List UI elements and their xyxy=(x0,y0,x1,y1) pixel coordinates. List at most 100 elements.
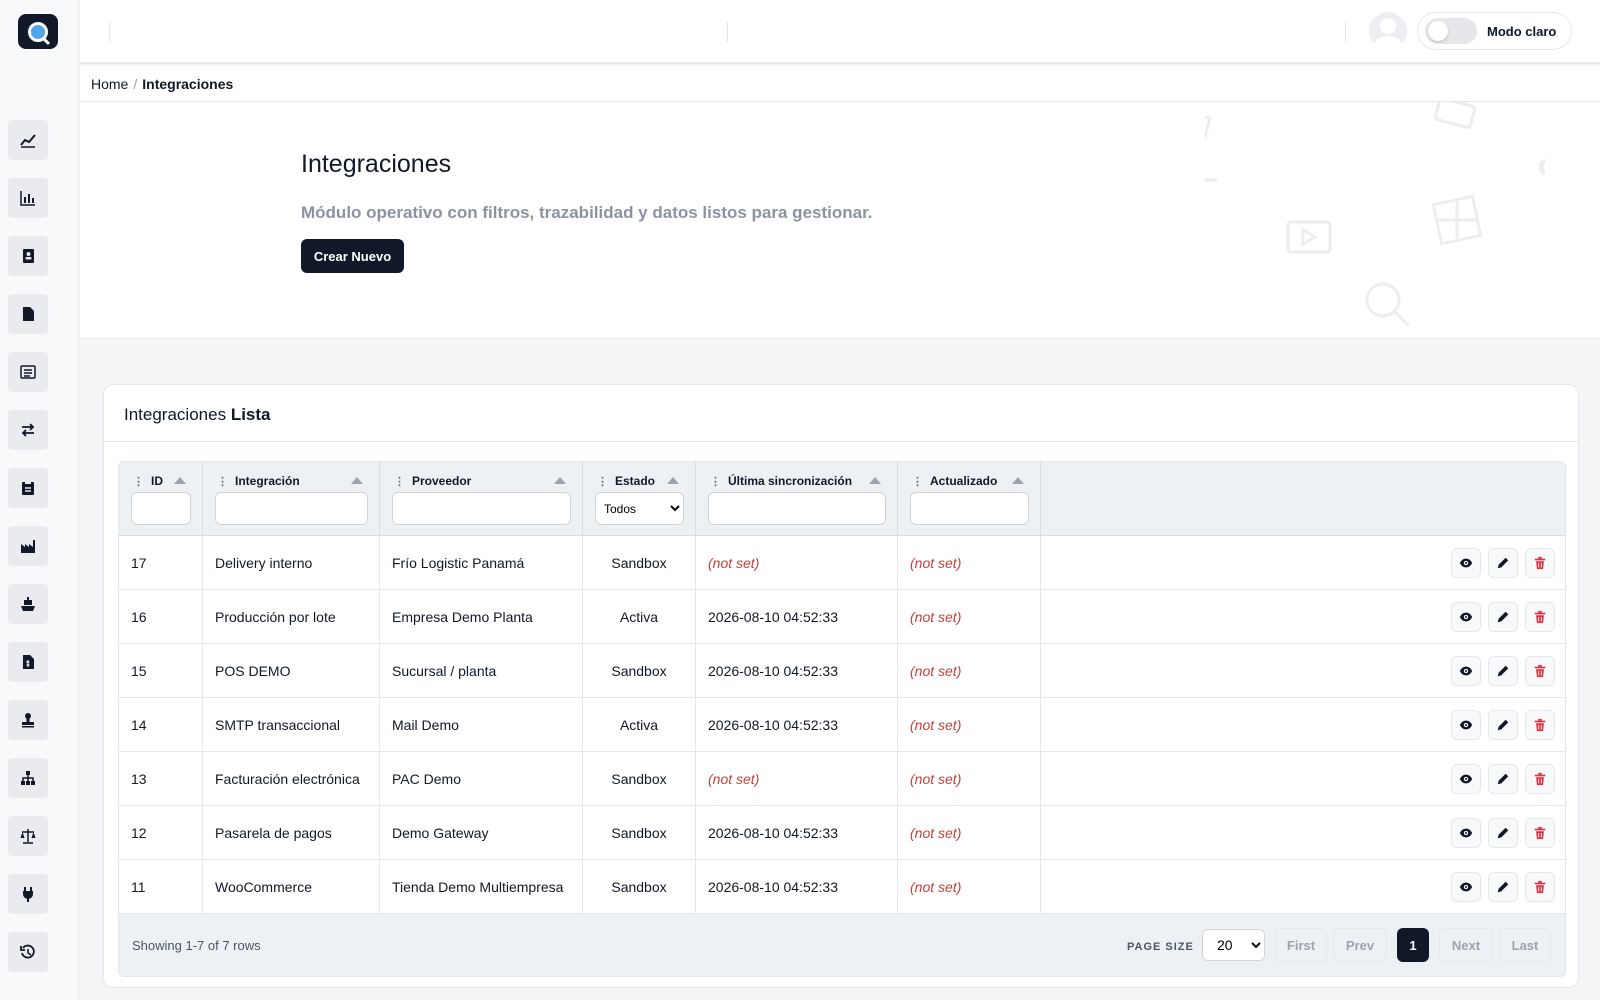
cell-value: (not set) xyxy=(910,717,962,733)
sort-asc-icon[interactable] xyxy=(351,477,363,484)
edit-button[interactable] xyxy=(1488,602,1518,632)
cell-id: 17 xyxy=(119,536,203,590)
sidebar-item-invoice[interactable] xyxy=(8,642,48,682)
drag-handle-icon[interactable]: ⋮ xyxy=(394,475,405,488)
delete-button[interactable] xyxy=(1525,602,1555,632)
edit-button[interactable] xyxy=(1488,872,1518,902)
view-button[interactable] xyxy=(1451,548,1481,578)
page-1-button[interactable]: 1 xyxy=(1397,928,1429,962)
cell-ultima-sincronizacion: (not set) xyxy=(696,752,898,806)
column-header-id[interactable]: ⋮ ID xyxy=(119,462,203,536)
cell-estado: Sandbox xyxy=(583,536,696,590)
edit-button[interactable] xyxy=(1488,548,1518,578)
first-page-button[interactable]: First xyxy=(1275,928,1327,962)
sort-asc-icon[interactable] xyxy=(667,477,679,484)
cell-value: Frío Logistic Panamá xyxy=(392,555,525,571)
sidebar-item-clipboard[interactable] xyxy=(8,468,48,508)
id-filter-input[interactable] xyxy=(131,492,191,525)
cell-ultima-sincronizacion: (not set) xyxy=(696,536,898,590)
sort-asc-icon[interactable] xyxy=(554,477,566,484)
drag-handle-icon[interactable]: ⋮ xyxy=(597,475,608,488)
breadcrumb-home[interactable]: Home xyxy=(91,76,128,92)
sidebar-item-stamp[interactable] xyxy=(8,700,48,740)
drag-handle-icon[interactable]: ⋮ xyxy=(912,475,923,488)
cell-value: 2026-08-10 04:52:33 xyxy=(708,717,838,733)
theme-label: Modo claro xyxy=(1487,23,1557,39)
integracion-filter-input[interactable] xyxy=(215,492,368,525)
delete-button[interactable] xyxy=(1525,710,1555,740)
estado-filter-select[interactable]: Todos xyxy=(595,492,684,525)
theme-switch[interactable] xyxy=(1425,18,1477,44)
edit-button[interactable] xyxy=(1488,710,1518,740)
column-header-estado[interactable]: ⋮ Estado Todos xyxy=(583,462,696,536)
table-row: 15 POS DEMO Sucursal / planta Sandbox 2026-0… xyxy=(119,644,1565,698)
drag-handle-icon[interactable]: ⋮ xyxy=(217,475,228,488)
cell-value: Facturación electrónica xyxy=(215,771,360,787)
cell-value: SMTP transaccional xyxy=(215,717,341,733)
page-size-select[interactable]: 20 xyxy=(1202,929,1265,961)
cell-value: Activa xyxy=(619,609,659,625)
sort-asc-icon[interactable] xyxy=(869,477,881,484)
table-row: 14 SMTP transaccional Mail Demo Activa 2026-… xyxy=(119,698,1565,752)
column-header-integracion[interactable]: ⋮ Integración xyxy=(203,462,380,536)
column-header-proveedor[interactable]: ⋮ Proveedor xyxy=(380,462,583,536)
ultima-sincronizacion-filter-input[interactable] xyxy=(708,492,886,525)
next-page-button[interactable]: Next xyxy=(1439,928,1493,962)
actualizado-filter-input[interactable] xyxy=(910,492,1029,525)
user-avatar[interactable] xyxy=(1369,12,1407,50)
sidebar-item-file[interactable] xyxy=(8,294,48,334)
sort-asc-icon[interactable] xyxy=(1012,477,1024,484)
last-page-button[interactable]: Last xyxy=(1499,928,1551,962)
view-button[interactable] xyxy=(1451,710,1481,740)
sidebar-item-scale[interactable] xyxy=(8,816,48,856)
sidebar-item-sitemap[interactable] xyxy=(8,758,48,798)
delete-button[interactable] xyxy=(1525,764,1555,794)
view-button[interactable] xyxy=(1451,818,1481,848)
cell-proveedor: Demo Gateway xyxy=(380,806,583,860)
cell-proveedor: PAC Demo xyxy=(380,752,583,806)
delete-button[interactable] xyxy=(1525,818,1555,848)
file-icon xyxy=(23,307,34,321)
cell-ultima-sincronizacion: 2026-08-10 04:52:33 xyxy=(696,806,898,860)
delete-button[interactable] xyxy=(1525,872,1555,902)
sidebar-item-line-chart[interactable] xyxy=(8,120,48,160)
edit-button[interactable] xyxy=(1488,656,1518,686)
theme-toggle[interactable]: Modo claro xyxy=(1417,12,1572,50)
view-button[interactable] xyxy=(1451,602,1481,632)
sidebar-item-list[interactable] xyxy=(8,352,48,392)
cell-value: 17 xyxy=(131,555,147,571)
cell-value: (not set) xyxy=(708,555,760,571)
edit-icon xyxy=(1497,665,1509,677)
sidebar-item-exchange[interactable] xyxy=(8,410,48,450)
sidebar-item-ship[interactable] xyxy=(8,584,48,624)
edit-button[interactable] xyxy=(1488,818,1518,848)
delete-button[interactable] xyxy=(1525,548,1555,578)
sidebar-item-history[interactable] xyxy=(8,932,48,972)
sidebar-item-plug[interactable] xyxy=(8,874,48,914)
rows-summary: Showing 1-7 of 7 rows xyxy=(132,938,261,953)
sidebar-item-contact-book[interactable] xyxy=(8,236,48,276)
view-button[interactable] xyxy=(1451,656,1481,686)
drag-handle-icon[interactable]: ⋮ xyxy=(710,475,721,488)
cell-value: (not set) xyxy=(910,555,962,571)
card-title-prefix: Integraciones xyxy=(124,405,227,424)
prev-page-button[interactable]: Prev xyxy=(1333,928,1387,962)
cell-value: 12 xyxy=(131,825,147,841)
card-divider xyxy=(104,441,1578,442)
view-button[interactable] xyxy=(1451,764,1481,794)
column-label: ⋮ ID xyxy=(133,474,163,488)
column-header-ultima-sincronizacion[interactable]: ⋮ Última sincronización xyxy=(696,462,898,536)
app-logo[interactable] xyxy=(18,14,58,49)
delete-button[interactable] xyxy=(1525,656,1555,686)
column-header-actualizado[interactable]: ⋮ Actualizado xyxy=(898,462,1041,536)
scale-icon xyxy=(20,829,36,844)
edit-button[interactable] xyxy=(1488,764,1518,794)
create-new-button[interactable]: Crear Nuevo xyxy=(301,239,404,273)
proveedor-filter-input[interactable] xyxy=(392,492,571,525)
drag-handle-icon[interactable]: ⋮ xyxy=(133,475,144,488)
sidebar-item-industry[interactable] xyxy=(8,526,48,566)
sidebar-item-bar-chart[interactable] xyxy=(8,178,48,218)
view-button[interactable] xyxy=(1451,872,1481,902)
sort-asc-icon[interactable] xyxy=(174,477,186,484)
cell-id: 14 xyxy=(119,698,203,752)
